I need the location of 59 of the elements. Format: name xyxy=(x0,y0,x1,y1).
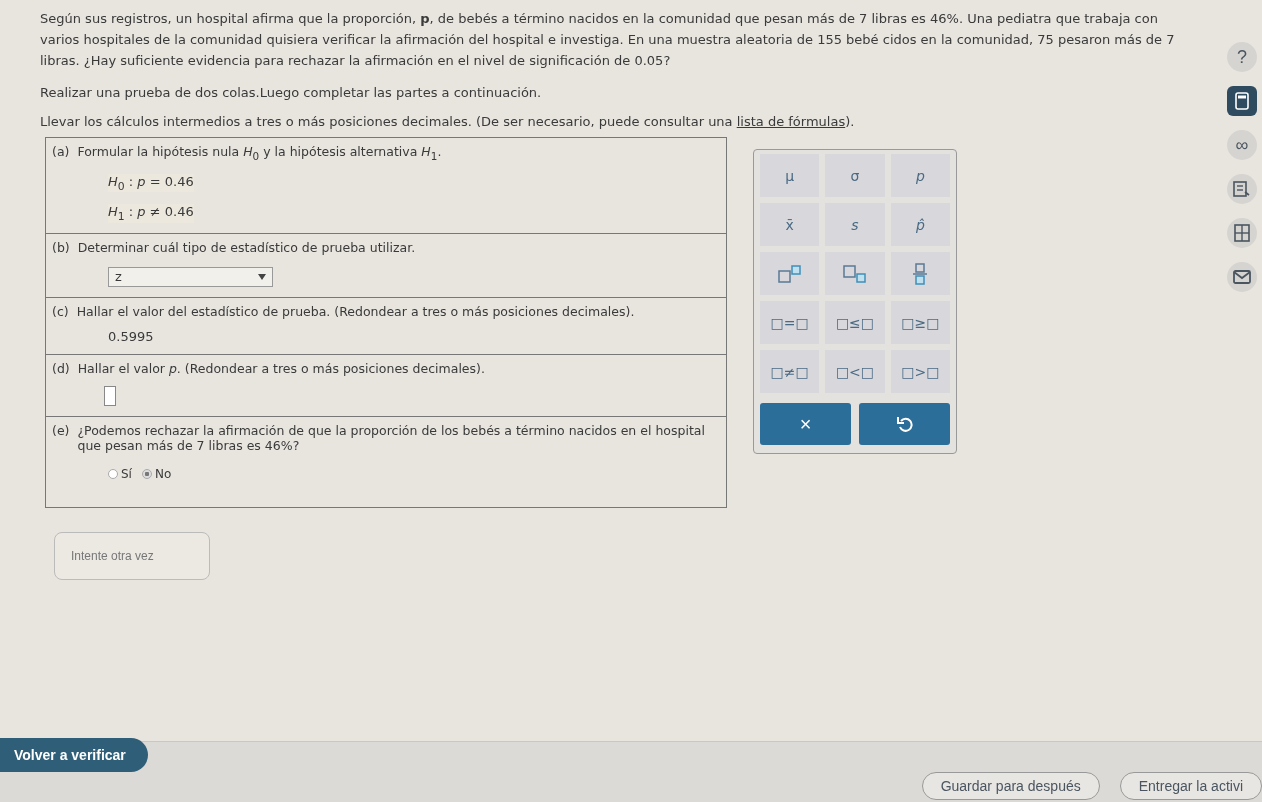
infinity-button[interactable]: ∞ xyxy=(1227,130,1257,160)
superscript-icon xyxy=(777,264,802,283)
radio-button[interactable] xyxy=(141,468,152,479)
calculator-icon xyxy=(1235,92,1249,110)
subscript-icon xyxy=(843,264,867,283)
radio-option[interactable]: No xyxy=(141,466,172,481)
message-button[interactable] xyxy=(1227,262,1257,292)
keypad-key[interactable] xyxy=(760,252,820,295)
keypad-key[interactable]: □=□ xyxy=(760,301,820,344)
keypad-key[interactable]: σ xyxy=(825,154,885,197)
part-prompt: Determinar cuál tipo de estadístico de prueba utilizar. xyxy=(77,239,416,255)
instruction-text: Realizar una prueba de dos colas.Luego completar las partes a continuación. xyxy=(40,85,543,100)
part-letter: (b) xyxy=(52,239,70,255)
save-button[interactable]: Guardar para después xyxy=(921,772,1100,800)
keypad-key[interactable]: □≥□ xyxy=(890,301,950,344)
part-prompt: ¿Podemos rechazar la afirmación de que la proporción de los bebés a término nacidos en el hospital que pesan más de 7 libras es 46%? xyxy=(77,422,706,453)
undo-icon xyxy=(896,415,913,433)
calculator-icon xyxy=(1234,224,1250,242)
answer-value[interactable]: 0.5995 xyxy=(108,328,154,344)
part-prompt: Formular la hipótesis nula H$_{0}$ y la hipótesis alternativa H$_{1}$. xyxy=(77,144,442,162)
recheck-button[interactable]: Volver a verificar xyxy=(0,738,148,772)
submit-button[interactable]: Entregar la activi xyxy=(1119,772,1262,800)
part-letter: (e) xyxy=(52,422,70,440)
radio-button[interactable] xyxy=(108,468,118,479)
fraction-icon xyxy=(913,262,928,285)
keypad-key[interactable]: □≠□ xyxy=(760,350,820,393)
part-prompt: Hallar el valor p. (Redondear a tres o más posiciones decimales). xyxy=(77,360,485,376)
part-letter: (d) xyxy=(52,360,70,376)
part-letter: (a) xyxy=(52,144,70,161)
caret-icon xyxy=(258,273,266,280)
answer-field[interactable] xyxy=(104,385,116,406)
formula-list-link[interactable]: lista de fórmulas xyxy=(736,114,846,129)
hypothesis-answer[interactable]: H$_{1}$ : p ≠ 0.46 xyxy=(108,204,194,223)
radio-option[interactable]: Sí xyxy=(108,466,132,481)
keypad-key[interactable]: x̄ xyxy=(760,203,820,246)
test-statistic-dropdown[interactable]: z xyxy=(108,266,273,287)
calculator-button[interactable] xyxy=(1227,218,1257,248)
book-icon xyxy=(1233,181,1251,197)
keypad-key[interactable] xyxy=(890,252,950,295)
keypad-key[interactable]: □<□ xyxy=(825,350,885,393)
part-prompt: Hallar el valor del estadístico de prueba. (Redondear a tres o más posiciones decimales). xyxy=(76,303,635,319)
keypad-key[interactable]: □>□ xyxy=(890,350,950,393)
problem-text: Según sus registros, un hospital afirma que la proporción, p, de bebés a término nacidos en la comunidad que pesan más de 7 libras es 46%. Una pediatra que trabaja con varios hospitales de la comunidad quisiera verificar la afirmación del hospital e investiga. En una muestra aleatoria de 155 bebé cidos en la comunidad, 75 pesaron más de 7 libras. ¿Hay suficiente evidencia para rechazar la afirmación en el nivel de significación de 0.05? xyxy=(40,10,1176,70)
textbook-button[interactable] xyxy=(1227,174,1257,204)
undo-button[interactable] xyxy=(859,403,950,445)
clear-button[interactable]: × xyxy=(760,403,851,445)
feedback-bubble: Intente otra vez xyxy=(54,531,210,580)
keypad-key[interactable]: □≤□ xyxy=(825,301,885,344)
keypad-key[interactable]: s xyxy=(825,203,885,246)
envelope-icon xyxy=(1233,270,1251,284)
hypothesis-answer[interactable]: H$_{0}$ : p = 0.46 xyxy=(108,173,194,193)
help-button[interactable]: ? xyxy=(1227,42,1257,72)
keypad-key[interactable]: p̂ xyxy=(890,203,950,246)
keypad-key[interactable]: μ xyxy=(760,154,820,197)
keypad-key[interactable]: p xyxy=(890,154,950,197)
calculator-button[interactable] xyxy=(1227,86,1257,116)
keypad-key[interactable] xyxy=(825,252,885,295)
note-text: Llevar los cálculos intermedios a tres o más posiciones decimales. (De ser necesario, puede consultar una lista de fórmulas). xyxy=(40,114,856,129)
part-letter: (c) xyxy=(52,303,69,319)
